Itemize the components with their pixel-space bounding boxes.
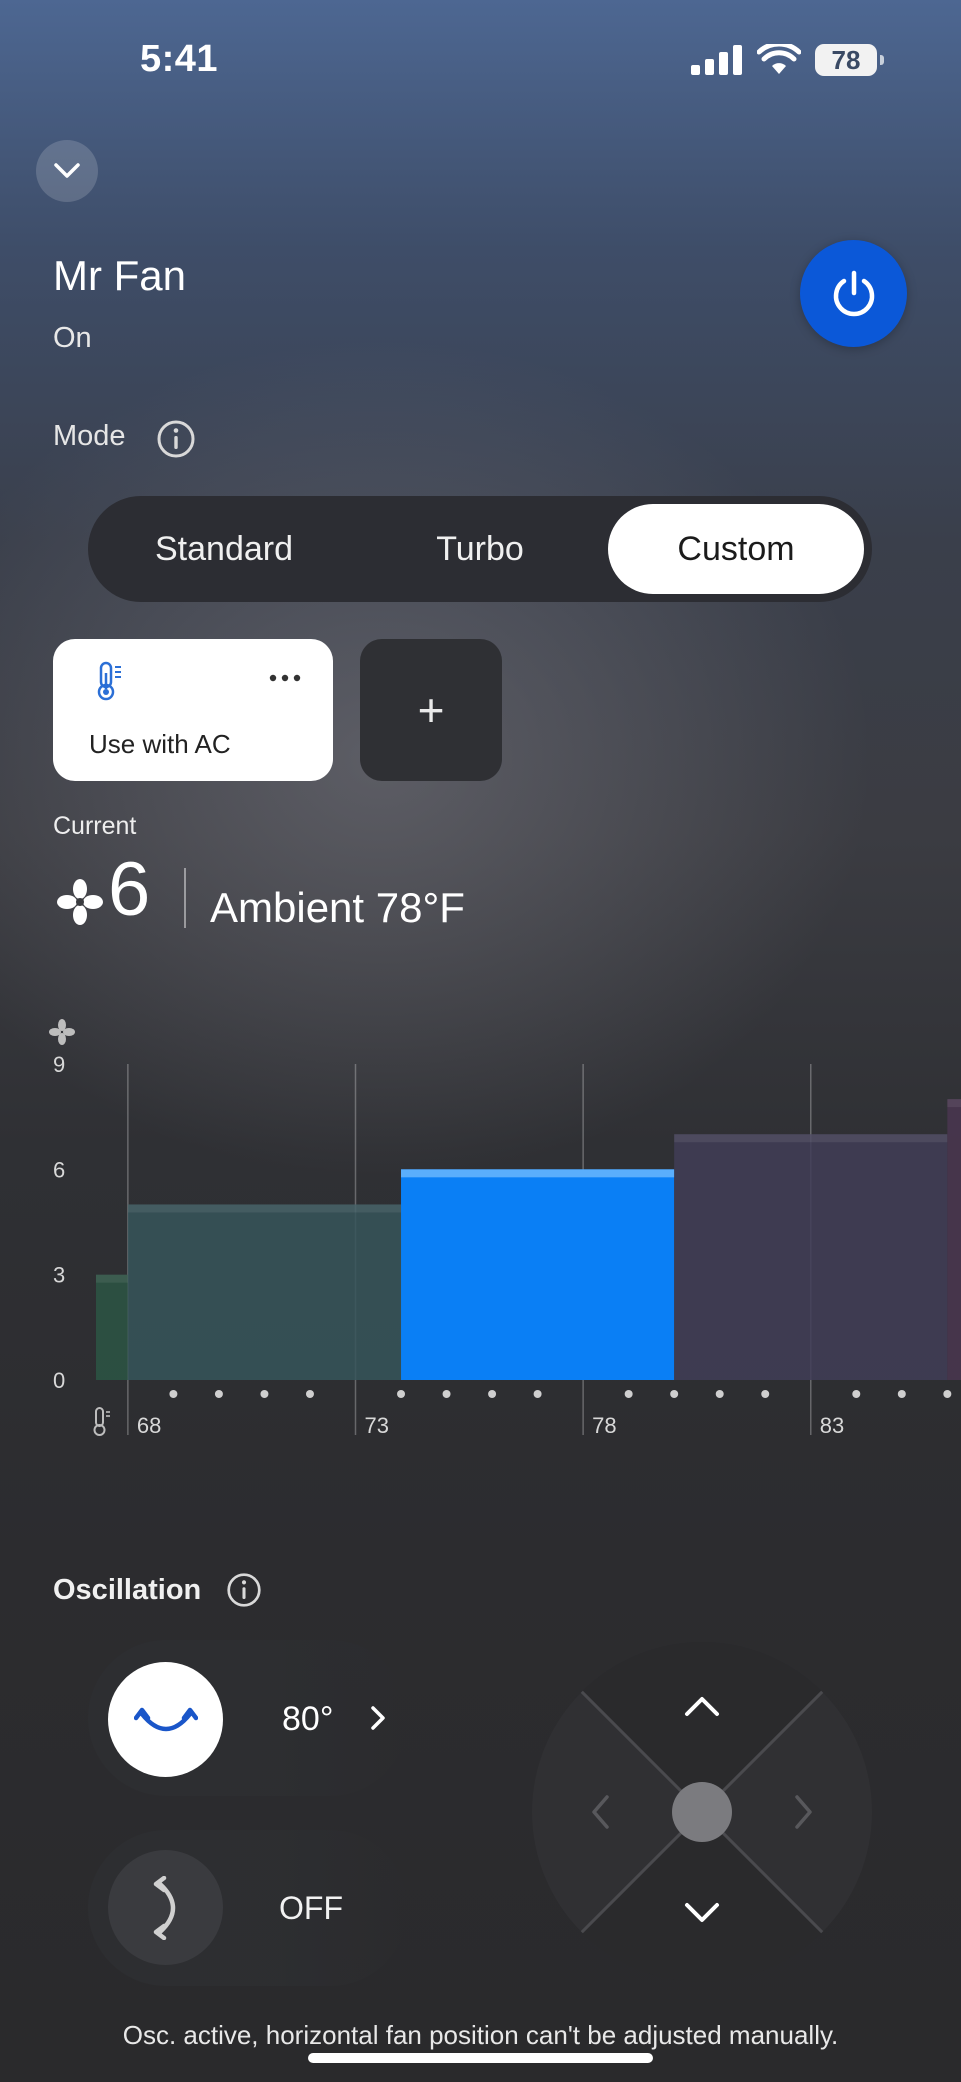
chart-x-tick-label: 78 xyxy=(592,1413,616,1438)
chart-y-ticks: 0 3 6 9 xyxy=(53,1052,65,1393)
chart-axis-dot xyxy=(897,1390,906,1398)
status-time: 5:41 xyxy=(140,38,219,80)
chevron-right-icon[interactable] xyxy=(368,1700,390,1736)
fan-curve-chart[interactable]: 0 3 6 9 68 73 78 83 xyxy=(0,1010,961,1450)
chart-y-tick-label: 9 xyxy=(53,1052,65,1077)
divider xyxy=(184,868,186,928)
fan-icon xyxy=(57,879,103,925)
dpad-center[interactable] xyxy=(672,1782,732,1842)
chevron-down-icon xyxy=(54,163,80,178)
mode-option-custom[interactable]: Custom xyxy=(608,504,864,594)
mode-label: Mode xyxy=(53,420,126,452)
ambient-temperature: Ambient 78°F xyxy=(210,884,465,931)
power-button[interactable] xyxy=(800,240,907,347)
chart-bar-handle[interactable] xyxy=(96,1274,128,1283)
chart-x-thermometer-icon xyxy=(93,1407,110,1436)
oscillate-vertical-icon xyxy=(153,1875,175,1940)
chart-bars xyxy=(96,1099,961,1380)
chart-bar-handle[interactable] xyxy=(947,1099,961,1108)
add-preset-button[interactable]: + xyxy=(360,639,502,781)
info-icon[interactable] xyxy=(156,419,196,459)
chart-axis-dot xyxy=(624,1390,633,1398)
chart-axis-dot xyxy=(260,1390,269,1398)
oscillation-note: Osc. active, horizontal fan position can… xyxy=(122,2020,839,2050)
current-label: Current xyxy=(53,812,137,840)
chart-axis-dot xyxy=(488,1390,497,1398)
chart-axis-dot xyxy=(169,1390,178,1398)
oscillation-label: Oscillation xyxy=(53,1574,202,1606)
oscillation-angle: 80° xyxy=(282,1700,334,1738)
chart-x-ticks: 68 73 78 83 xyxy=(137,1413,844,1438)
power-icon xyxy=(833,270,874,316)
horizontal-oscillation-toggle[interactable] xyxy=(108,1662,223,1777)
chart-axis-dot xyxy=(214,1390,223,1398)
chart-axis-dot xyxy=(943,1390,952,1398)
mode-option-standard[interactable]: Standard xyxy=(96,504,352,594)
direction-pad xyxy=(532,1642,872,1982)
chart-bar-handle[interactable] xyxy=(127,1204,402,1213)
mode-segmented-control: Standard Turbo Custom xyxy=(88,496,872,602)
vertical-oscillation-toggle[interactable] xyxy=(108,1850,223,1965)
oscillate-horizontal-icon xyxy=(133,1707,198,1731)
vertical-oscillation-state: OFF xyxy=(279,1890,343,1926)
chart-bar-handle[interactable] xyxy=(401,1169,675,1178)
chart-bar[interactable] xyxy=(947,1099,961,1380)
chart-bar[interactable] xyxy=(96,1274,128,1380)
collapse-button[interactable] xyxy=(36,140,98,202)
fan-speed-value: 6 xyxy=(108,847,151,932)
chart-y-tick-label: 0 xyxy=(53,1368,65,1393)
preset-label: Use with AC xyxy=(89,729,231,759)
thermometer-icon xyxy=(97,661,121,701)
info-icon[interactable] xyxy=(226,1572,262,1608)
home-indicator[interactable] xyxy=(308,2053,653,2063)
mode-option-turbo[interactable]: Turbo xyxy=(352,504,608,594)
battery-icon: 78 xyxy=(815,44,884,76)
chart-axis-dot xyxy=(715,1390,724,1398)
device-status: On xyxy=(53,322,92,354)
chart-axis-dot xyxy=(442,1390,451,1398)
chart-bar-handle[interactable] xyxy=(674,1134,948,1143)
chart-y-tick-label: 6 xyxy=(53,1157,65,1182)
chart-x-tick-label: 83 xyxy=(820,1413,844,1438)
more-dots-icon[interactable] xyxy=(268,673,302,683)
status-icons: 78 xyxy=(691,44,884,76)
chart-axis-dot xyxy=(670,1390,679,1398)
wifi-icon xyxy=(757,44,801,74)
cellular-signal-icon xyxy=(691,45,742,75)
chart-x-tick-label: 73 xyxy=(365,1413,389,1438)
chart-axis-dot xyxy=(761,1390,770,1398)
chart-x-tick-label: 68 xyxy=(137,1413,161,1438)
preset-card-use-with-ac[interactable]: Use with AC xyxy=(53,639,333,781)
chart-axis-dot xyxy=(305,1390,314,1398)
chart-bar[interactable] xyxy=(127,1204,402,1380)
chart-y-tick-label: 3 xyxy=(53,1263,65,1288)
chart-bar[interactable] xyxy=(401,1169,675,1380)
chart-y-fan-icon xyxy=(49,1019,75,1045)
chart-axis-dot xyxy=(533,1390,542,1398)
battery-level: 78 xyxy=(831,44,861,75)
chart-axis-dot xyxy=(397,1390,406,1398)
chart-dots xyxy=(169,1390,952,1398)
chart-bar[interactable] xyxy=(674,1134,948,1380)
chart-axis-dot xyxy=(852,1390,861,1398)
device-name: Mr Fan xyxy=(53,252,187,299)
